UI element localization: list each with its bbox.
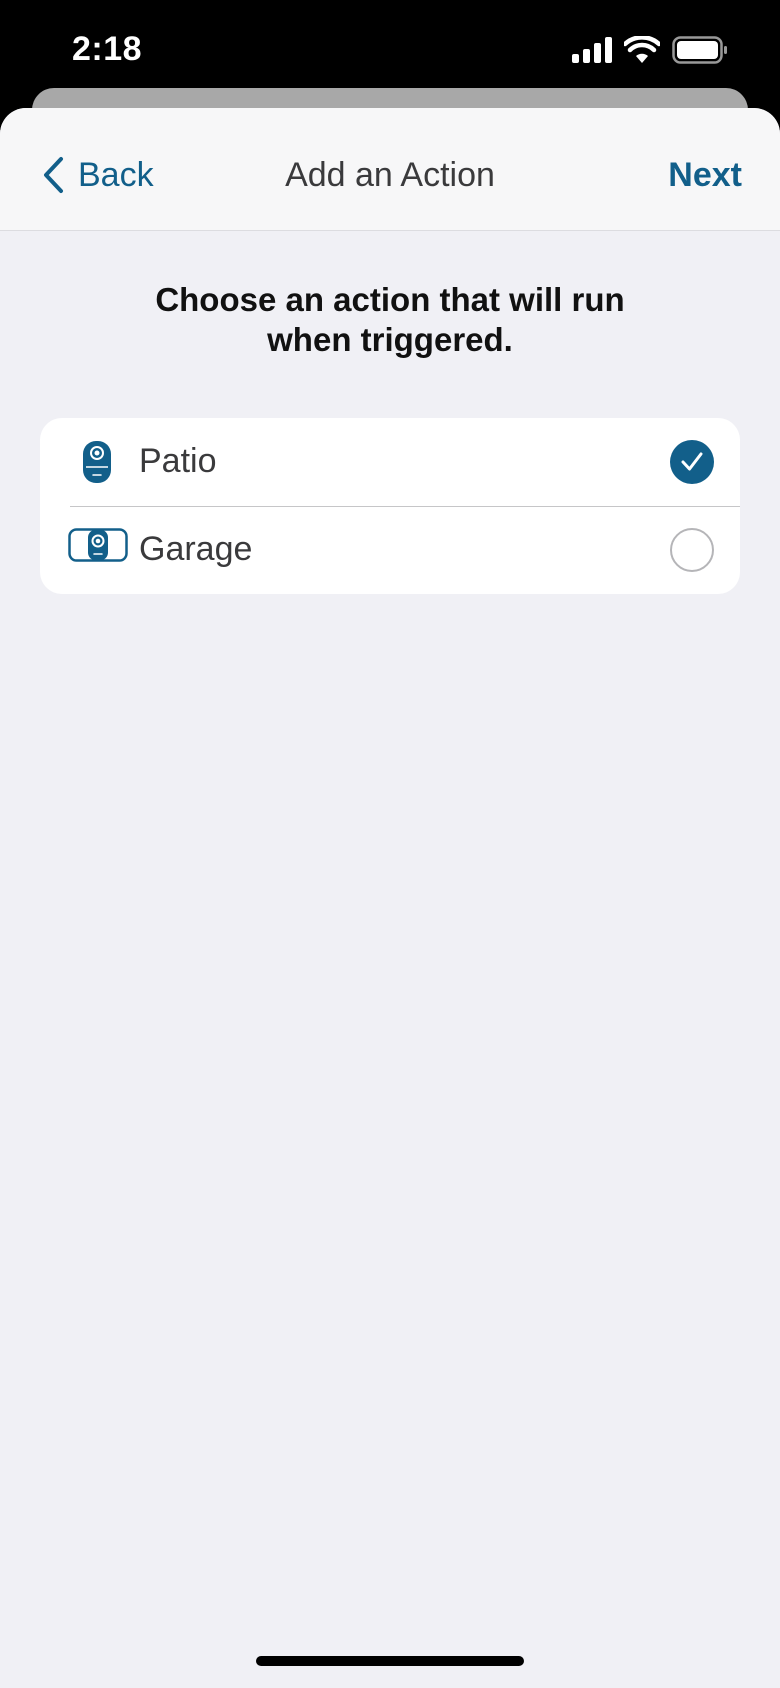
list-item-label: Patio: [139, 442, 217, 480]
device-list: Patio Garage: [40, 418, 740, 594]
checkmark-icon: [681, 452, 703, 471]
navigation-bar: Back Add an Action Next: [0, 108, 780, 231]
wifi-icon: [624, 36, 660, 63]
status-time: 2:18: [72, 30, 143, 68]
list-item-patio[interactable]: Patio: [40, 418, 740, 506]
list-item-garage[interactable]: Garage: [40, 506, 740, 594]
camera-indoor-icon: [83, 441, 111, 483]
camera-outdoor-icon: [68, 528, 128, 562]
next-button[interactable]: Next: [668, 156, 742, 195]
checkbox-unselected[interactable]: [670, 528, 714, 572]
instruction-text: Choose an action that will run when trig…: [155, 281, 625, 358]
page-title: Add an Action: [285, 156, 495, 194]
checkbox-selected[interactable]: [670, 440, 714, 484]
cellular-signal-icon: [572, 37, 612, 63]
modal-sheet: Back Add an Action Next Choose an action…: [0, 108, 780, 1688]
battery-icon: [672, 36, 727, 64]
status-icons: [572, 36, 728, 64]
home-indicator: [256, 1656, 524, 1666]
status-bar: 2:18: [0, 0, 780, 100]
list-item-label: Garage: [139, 530, 253, 568]
